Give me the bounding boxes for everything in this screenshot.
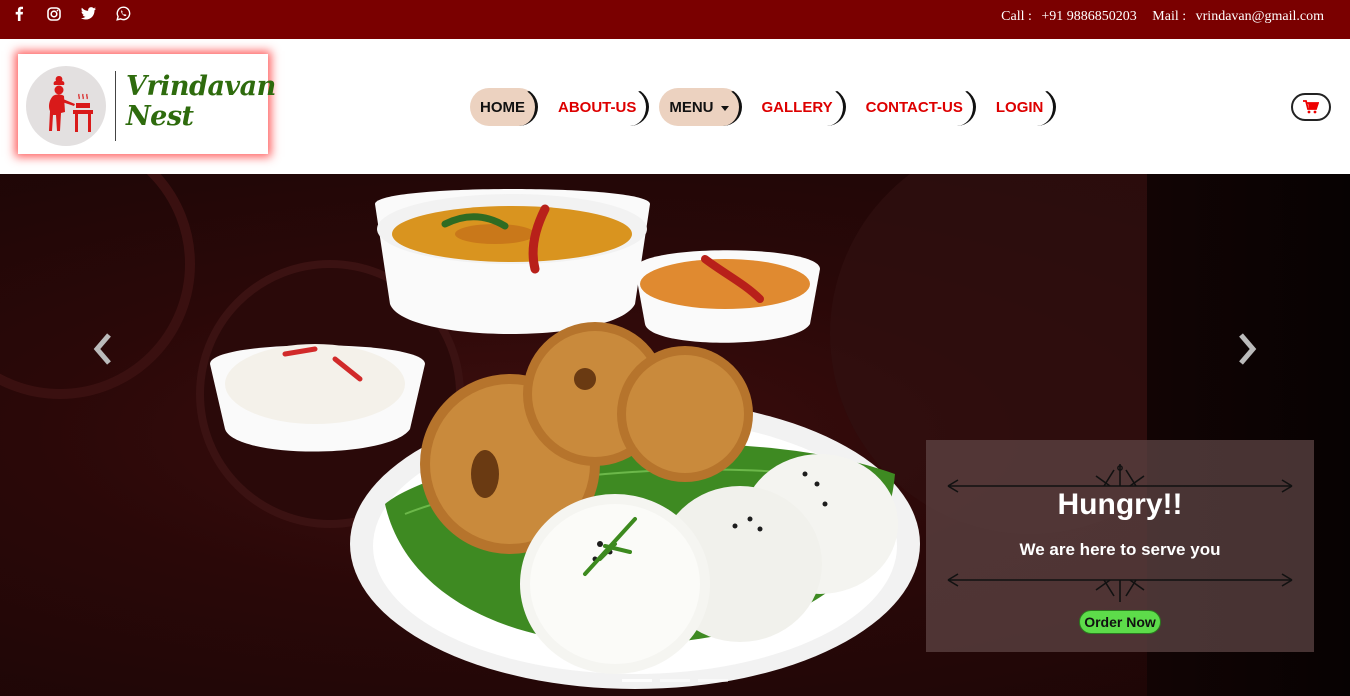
nav-about-us[interactable]: ABOUT-US (548, 88, 650, 126)
carousel-next-arrow-icon[interactable] (1236, 329, 1260, 369)
main-nav: HOME ABOUT-US MENU GALLERY CONTACT-US LO… (470, 87, 1066, 127)
brand-line-1: Vrindavan (126, 71, 276, 102)
promo-caption: Hungry!! We are here to serve you Order … (926, 440, 1314, 652)
carousel-indicator[interactable] (622, 679, 652, 682)
chef-logo-icon (26, 66, 106, 146)
contact-info: Call : +91 9886850203 Mail : vrindavan@g… (1001, 9, 1330, 25)
logo-divider (115, 71, 116, 141)
carousel-indicators (622, 679, 728, 682)
brand-line-2: Nest (126, 101, 194, 132)
order-now-button[interactable]: Order Now (1079, 610, 1161, 634)
call-label: Call : (1001, 9, 1032, 24)
carousel-prev-arrow-icon[interactable] (90, 329, 114, 369)
cart-icon (1303, 100, 1319, 114)
nav-home-label: HOME (480, 99, 525, 116)
site-header: Vrindavan Nest HOME ABOUT-US MENU GALLER… (0, 39, 1350, 174)
promo-title: Hungry!! (1057, 488, 1183, 521)
nav-gallery[interactable]: GALLERY (752, 88, 846, 126)
idli-vada-plate (210, 189, 920, 689)
carousel-indicator[interactable] (698, 679, 728, 682)
caret-down-icon (720, 106, 729, 111)
mail-label: Mail : (1152, 9, 1187, 24)
brand-name: Vrindavan Nest (126, 72, 276, 132)
instagram-icon[interactable] (45, 5, 62, 22)
promo-subtitle: We are here to serve you (1019, 540, 1221, 559)
nav-about-label: ABOUT-US (558, 99, 637, 116)
email-address[interactable]: vrindavan@gmail.com (1196, 9, 1324, 24)
facebook-icon[interactable] (10, 5, 27, 22)
cart-button[interactable] (1291, 93, 1331, 121)
nav-contact-label: CONTACT-US (865, 99, 963, 116)
nav-home[interactable]: HOME (470, 88, 538, 126)
twitter-icon[interactable] (80, 5, 97, 22)
decorative-divider-bottom (947, 573, 1293, 602)
nav-menu-dropdown[interactable]: MENU (659, 88, 742, 126)
nav-login[interactable]: LOGIN (986, 88, 1057, 126)
nav-menu-label: MENU (669, 99, 714, 116)
nav-contact-us[interactable]: CONTACT-US (856, 88, 976, 126)
logo[interactable]: Vrindavan Nest (18, 54, 276, 154)
nav-gallery-label: GALLERY (761, 99, 833, 116)
hero-carousel: Hungry!! We are here to serve you Order … (0, 174, 1350, 696)
nav-login-label: LOGIN (995, 99, 1044, 116)
carousel-indicator[interactable] (660, 679, 690, 682)
social-links (10, 5, 132, 22)
phone-number[interactable]: +91 9886850203 (1041, 9, 1136, 24)
whatsapp-icon[interactable] (115, 5, 132, 22)
top-bar: Call : +91 9886850203 Mail : vrindavan@g… (0, 0, 1350, 39)
